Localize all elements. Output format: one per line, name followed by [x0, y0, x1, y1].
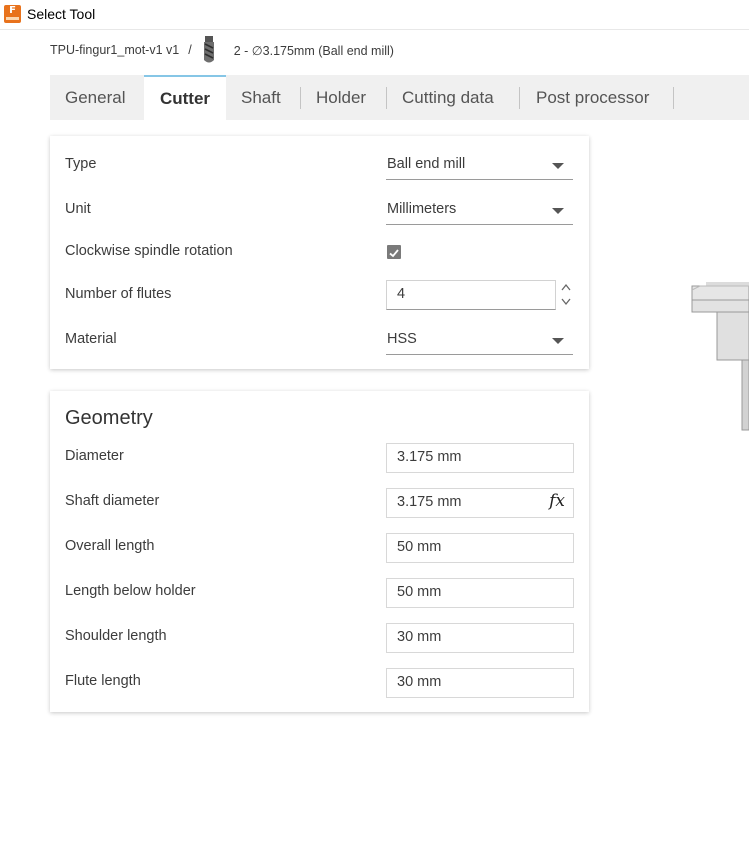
unit-dropdown[interactable]: Millimeters	[386, 196, 573, 225]
tab-divider	[519, 87, 520, 109]
tab-general[interactable]: General	[65, 75, 125, 120]
chevron-down-icon	[552, 338, 564, 344]
shaft-diameter-value: 3.175 mm	[397, 494, 462, 510]
breadcrumb-document[interactable]: TPU-fingur1_mot-v1 v1	[50, 43, 179, 57]
chevron-down-icon	[552, 163, 564, 169]
length-below-holder-label: Length below holder	[65, 583, 196, 599]
shoulder-length-input[interactable]: 30 mm	[386, 623, 574, 653]
checkmark-icon	[389, 249, 399, 258]
tab-bar: General Cutter Shaft Holder Cutting data…	[50, 75, 749, 120]
title-bar: F Select Tool	[0, 0, 749, 30]
geometry-panel: Geometry Diameter 3.175 mm Shaft diamete…	[50, 391, 589, 712]
cutter-panel: Type Ball end mill Unit Millimeters Cloc…	[50, 136, 589, 369]
flutes-stepper-arrows[interactable]	[560, 281, 572, 309]
diameter-value: 3.175 mm	[397, 449, 462, 465]
clockwise-spindle-checkbox[interactable]	[387, 245, 401, 259]
tab-holder[interactable]: Holder	[316, 75, 366, 120]
type-dropdown[interactable]: Ball end mill	[386, 151, 573, 180]
geometry-title: Geometry	[65, 407, 153, 429]
breadcrumb: TPU-fingur1_mot-v1 v1 / 2 - ∅3.175mm (Ba…	[50, 36, 394, 64]
ball-end-mill-icon	[203, 36, 214, 63]
tab-post-processor[interactable]: Post processor	[536, 75, 649, 120]
tab-cutting-data[interactable]: Cutting data	[402, 75, 494, 120]
type-label: Type	[65, 156, 97, 172]
shaft-diameter-input[interactable]: 3.175 mm fx	[386, 488, 574, 518]
breadcrumb-tool: 2 - ∅3.175mm (Ball end mill)	[233, 43, 394, 58]
diameter-label: Diameter	[65, 448, 124, 464]
flute-length-value: 30 mm	[397, 674, 442, 690]
shoulder-length-label: Shoulder length	[65, 628, 167, 644]
material-label: Material	[65, 331, 117, 347]
type-value: Ball end mill	[387, 156, 466, 172]
number-of-flutes-label: Number of flutes	[65, 286, 172, 302]
flute-length-input[interactable]: 30 mm	[386, 668, 574, 698]
formula-fx-icon[interactable]: fx	[549, 491, 565, 511]
diameter-input[interactable]: 3.175 mm	[386, 443, 574, 473]
material-dropdown[interactable]: HSS	[386, 326, 573, 355]
tab-cutter[interactable]: Cutter	[144, 75, 226, 120]
tab-divider	[300, 87, 301, 109]
length-below-holder-input[interactable]: 50 mm	[386, 578, 574, 608]
shoulder-length-value: 30 mm	[397, 629, 442, 645]
window-title: Select Tool	[27, 6, 96, 22]
number-of-flutes-input[interactable]: 4	[386, 280, 556, 310]
overall-length-value: 50 mm	[397, 539, 442, 555]
tool-preview	[691, 282, 749, 431]
fusion-app-icon: F	[4, 5, 21, 23]
tab-divider	[673, 87, 674, 109]
unit-label: Unit	[65, 201, 91, 217]
clockwise-spindle-label: Clockwise spindle rotation	[65, 243, 233, 259]
shaft-diameter-label: Shaft diameter	[65, 493, 160, 509]
flute-length-label: Flute length	[65, 673, 141, 689]
material-value: HSS	[387, 331, 417, 347]
number-of-flutes-value: 4	[397, 286, 406, 302]
unit-value: Millimeters	[387, 201, 457, 217]
overall-length-input[interactable]: 50 mm	[386, 533, 574, 563]
breadcrumb-separator: /	[188, 43, 192, 57]
tab-shaft[interactable]: Shaft	[241, 75, 281, 120]
tab-divider	[386, 87, 387, 109]
length-below-holder-value: 50 mm	[397, 584, 442, 600]
chevron-down-icon	[552, 208, 564, 214]
overall-length-label: Overall length	[65, 538, 155, 554]
